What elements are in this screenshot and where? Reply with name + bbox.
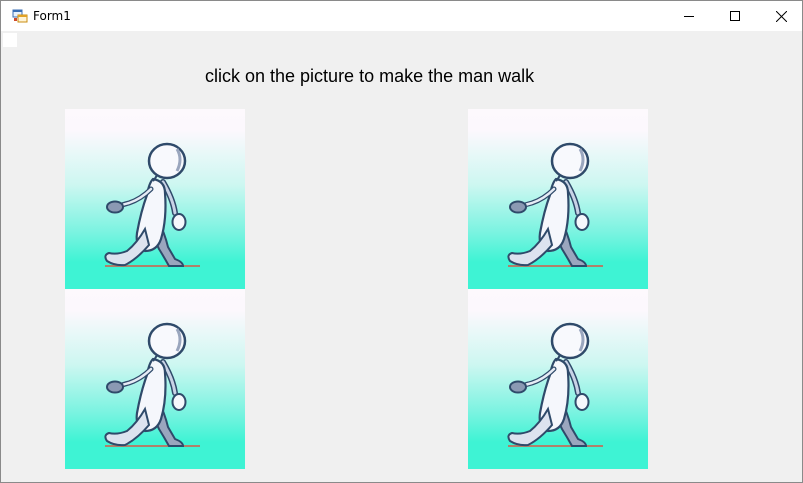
instruction-label: click on the picture to make the man wal… xyxy=(205,66,535,86)
form-window: Form1 click on the picture to make the m… xyxy=(0,0,803,483)
maximize-icon xyxy=(730,11,740,21)
walking-man-picture-4[interactable] xyxy=(468,289,648,469)
title-bar[interactable]: Form1 xyxy=(1,1,802,31)
walking-man-icon xyxy=(468,289,648,469)
maximize-button[interactable] xyxy=(712,1,758,31)
app-form-icon xyxy=(12,8,28,24)
minimize-icon xyxy=(684,16,694,17)
close-button[interactable] xyxy=(758,1,803,31)
close-icon xyxy=(775,10,787,22)
form-client-area: click on the picture to make the man wal… xyxy=(1,31,802,482)
walking-man-picture-2[interactable] xyxy=(468,109,648,289)
walking-man-picture-3[interactable] xyxy=(65,289,245,469)
minimize-button[interactable] xyxy=(666,1,712,31)
walking-man-icon xyxy=(468,109,648,289)
form-corner-control xyxy=(3,33,17,47)
walking-man-icon xyxy=(65,109,245,289)
walking-man-icon xyxy=(65,289,245,469)
walking-man-picture-1[interactable] xyxy=(65,109,245,289)
window-title: Form1 xyxy=(33,9,71,23)
